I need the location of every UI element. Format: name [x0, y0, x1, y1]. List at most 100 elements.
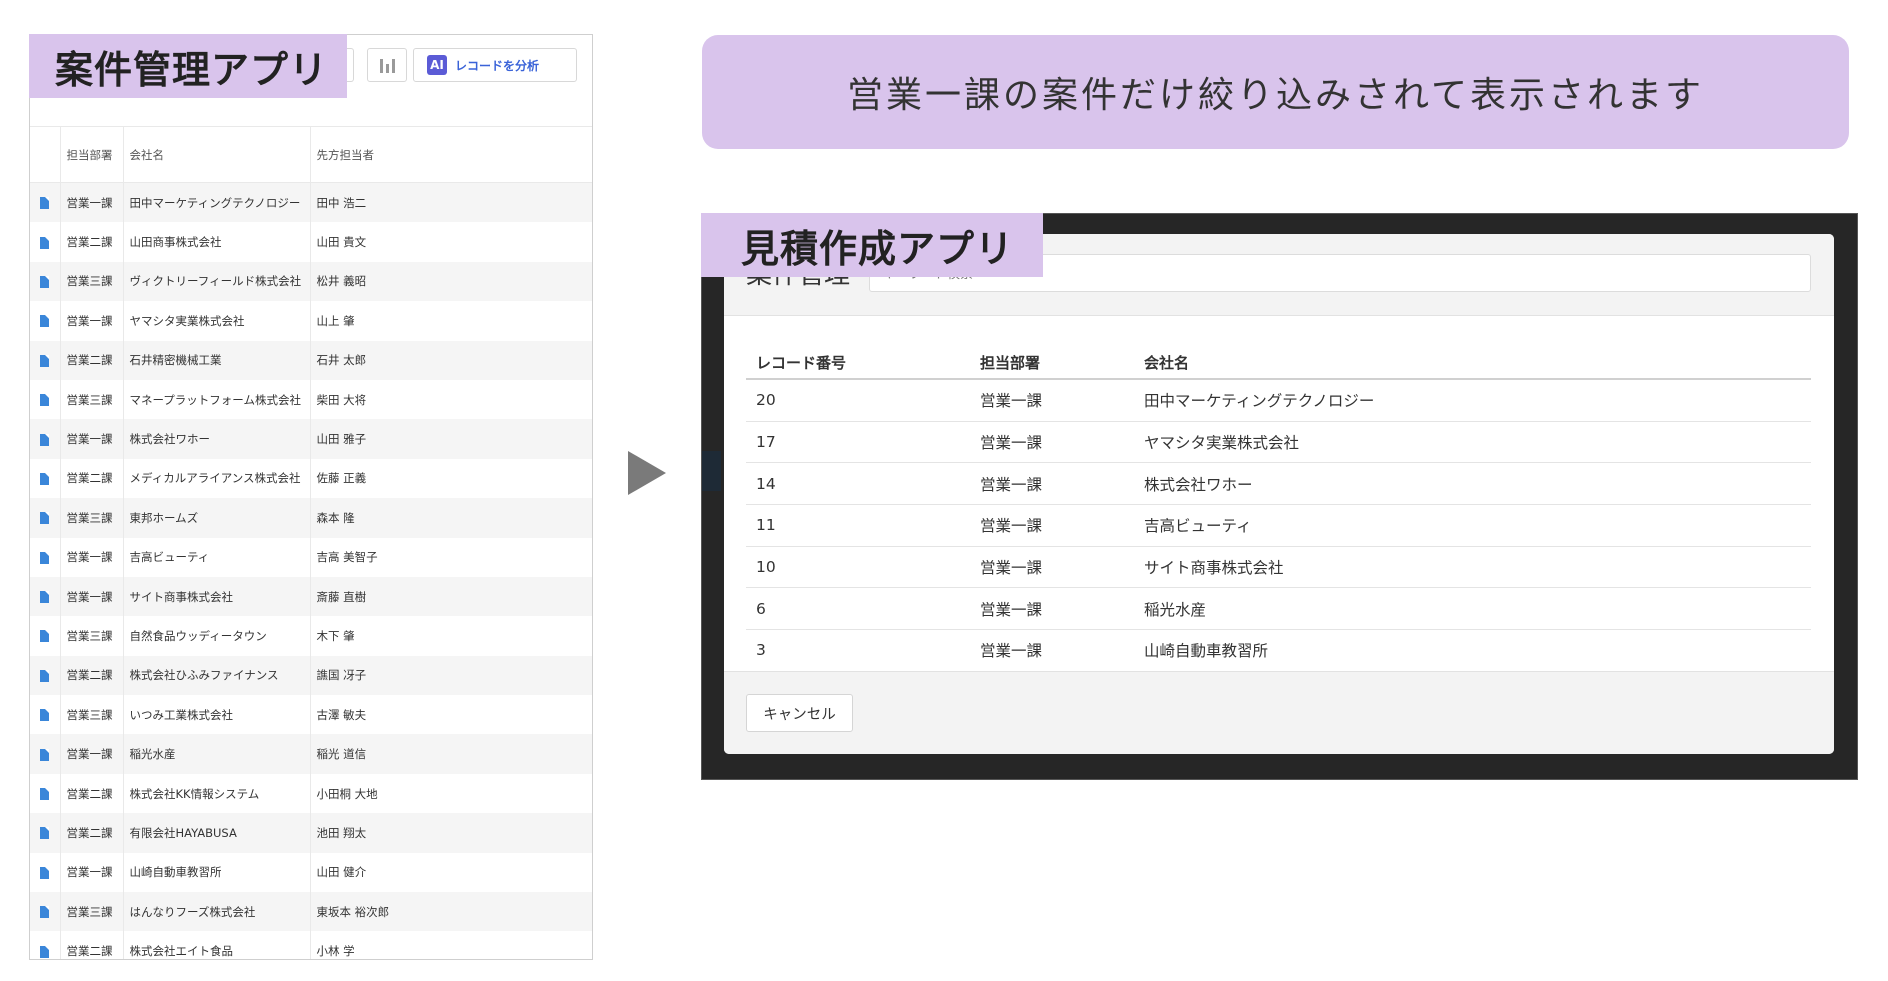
row-icon-cell[interactable] [30, 182, 61, 223]
document-icon[interactable] [40, 512, 50, 525]
cell-contact: 斎藤 直樹 [310, 576, 592, 617]
cell-company: 株式会社KK情報システム [123, 773, 311, 814]
table-row[interactable]: 営業三課 自然食品ウッディータウン 木下 肇 [30, 616, 592, 656]
document-icon[interactable] [40, 315, 50, 328]
row-icon-cell[interactable] [30, 695, 61, 735]
document-icon[interactable] [40, 866, 50, 879]
cell-company: 株式会社ワホー [123, 419, 311, 459]
row-icon-cell[interactable] [30, 222, 61, 262]
cell-contact: 柴田 大将 [310, 379, 592, 420]
cell-department: 営業一課 [60, 301, 124, 341]
document-icon[interactable] [40, 709, 50, 722]
document-icon[interactable] [40, 945, 50, 958]
row-icon-cell[interactable] [30, 458, 61, 499]
document-icon[interactable] [40, 197, 50, 210]
table-row[interactable]: 営業一課 吉高ビューティ 吉高 美智子 [30, 537, 592, 577]
table-row[interactable]: 営業三課 ヴィクトリーフィールド株式会社 松井 義昭 [30, 261, 592, 302]
lookup-result-table: レコード番号 担当部署 会社名 20 営業一課 田中マーケティングテクノロジー 17 営… [746, 339, 1811, 671]
cell-department: 営業一課 [970, 379, 1134, 422]
row-icon-cell[interactable] [30, 734, 61, 774]
row-icon-cell[interactable] [30, 537, 61, 577]
document-icon[interactable] [40, 591, 50, 604]
row-icon-cell[interactable] [30, 852, 61, 893]
table-row[interactable]: 営業二課 株式会社ひふみファイナンス 譙国 冴子 [30, 655, 592, 696]
cell-department: 営業二課 [60, 458, 124, 499]
document-icon[interactable] [40, 788, 50, 801]
table-row[interactable]: 営業二課 メディカルアライアンス株式会社 佐藤 正義 [30, 458, 592, 499]
cell-department: 営業一課 [970, 546, 1134, 589]
cell-company: 吉高ビューティ [123, 537, 311, 577]
column-header-contact[interactable]: 先方担当者 [310, 126, 592, 183]
cell-contact: 稲光 道信 [310, 734, 592, 774]
table-row[interactable]: 営業二課 有限会社HAYABUSA 池田 翔太 [30, 813, 592, 853]
cell-company: 山崎自動車教習所 [1144, 642, 1269, 661]
cell-company: いつみ工業株式会社 [123, 695, 311, 735]
row-icon-cell[interactable] [30, 379, 61, 420]
table-row[interactable]: 14 営業一課 株式会社ワホー [746, 462, 1811, 506]
document-icon[interactable] [40, 827, 50, 840]
table-row[interactable]: 営業一課 株式会社ワホー 山田 雅子 [30, 419, 592, 459]
cell-record-number: 3 [756, 641, 766, 660]
table-row[interactable]: 営業三課 東邦ホームズ 森本 隆 [30, 498, 592, 538]
cancel-button[interactable]: キャンセル [746, 694, 853, 732]
document-icon[interactable] [40, 394, 50, 407]
column-header-department[interactable]: 担当部署 [60, 126, 124, 183]
table-row[interactable]: 6 営業一課 稲光水産 [746, 587, 1811, 631]
table-row[interactable]: 営業三課 はんなりフーズ株式会社 東坂本 裕次郎 [30, 892, 592, 932]
row-icon-cell[interactable] [30, 931, 61, 959]
column-header-record-number[interactable]: レコード番号 [746, 339, 970, 380]
row-icon-cell[interactable] [30, 301, 61, 341]
document-icon[interactable] [40, 433, 50, 446]
row-icon-cell[interactable] [30, 419, 61, 459]
document-icon[interactable] [40, 630, 50, 643]
document-icon[interactable] [40, 906, 50, 919]
column-header-company[interactable]: 会社名 [1134, 339, 1811, 380]
document-icon[interactable] [40, 551, 50, 564]
row-icon-cell[interactable] [30, 576, 61, 617]
cell-department: 営業三課 [60, 616, 124, 656]
table-row[interactable]: 営業二課 株式会社エイト食品 小林 学 [30, 931, 592, 959]
row-icon-cell[interactable] [30, 616, 61, 656]
left-app-panel: AI レコードを分析 担当部署 会社名 先方担当者 営業一課 田中マーケティングテ… [29, 34, 593, 960]
cell-department: 営業二課 [60, 222, 124, 262]
table-row[interactable]: 11 営業一課 吉高ビューティ [746, 504, 1811, 547]
document-icon[interactable] [40, 236, 50, 249]
left-app-label: 案件管理アプリ [29, 34, 347, 98]
table-row[interactable]: 20 営業一課 田中マーケティングテクノロジー [746, 379, 1811, 422]
row-icon-cell[interactable] [30, 261, 61, 302]
table-row[interactable]: 営業一課 サイト商事株式会社 斎藤 直樹 [30, 576, 592, 617]
document-icon[interactable] [40, 472, 50, 485]
cell-company: メディカルアライアンス株式会社 [123, 458, 311, 499]
document-icon[interactable] [40, 748, 50, 761]
table-row[interactable]: 営業一課 稲光水産 稲光 道信 [30, 734, 592, 774]
table-row[interactable]: 営業二課 山田商事株式会社 山田 貴文 [30, 222, 592, 262]
graph-button[interactable] [367, 48, 407, 82]
table-row[interactable]: 営業三課 マネープラットフォーム株式会社 柴田 大将 [30, 379, 592, 420]
cell-company: 株式会社ワホー [1134, 462, 1811, 506]
document-icon[interactable] [40, 275, 50, 288]
row-icon-cell[interactable] [30, 813, 61, 853]
table-row[interactable]: 営業一課 ヤマシタ実業株式会社 山上 肇 [30, 301, 592, 341]
column-header-department[interactable]: 担当部署 [970, 339, 1134, 380]
analyze-records-button[interactable]: AI レコードを分析 [413, 48, 577, 82]
table-row[interactable]: 営業二課 石井精密機械工業 石井 太郎 [30, 340, 592, 380]
document-icon[interactable] [40, 669, 50, 682]
row-icon-cell[interactable] [30, 655, 61, 696]
cell-department: 営業一課 [60, 734, 124, 774]
row-icon-cell[interactable] [30, 340, 61, 380]
row-icon-cell[interactable] [30, 773, 61, 814]
row-icon-cell[interactable] [30, 498, 61, 538]
table-row[interactable]: 10 営業一課 サイト商事株式会社 [746, 546, 1811, 589]
row-icon-cell[interactable] [30, 892, 61, 932]
table-row[interactable]: 営業二課 株式会社KK情報システム 小田桐 大地 [30, 773, 592, 814]
cell-company: 自然食品ウッディータウン [123, 616, 311, 656]
table-row[interactable]: 営業一課 田中マーケティングテクノロジー 田中 浩二 [30, 182, 592, 223]
table-row[interactable]: 営業三課 いつみ工業株式会社 古澤 敏夫 [30, 695, 592, 735]
document-icon[interactable] [40, 354, 50, 367]
column-header-company[interactable]: 会社名 [123, 126, 311, 183]
cell-contact: 古澤 敏夫 [310, 695, 592, 735]
table-row[interactable]: 17 営業一課 ヤマシタ実業株式会社 [746, 421, 1811, 464]
table-row[interactable]: 3 営業一課 山崎自動車教習所 [746, 630, 1811, 671]
table-row[interactable]: 営業一課 山崎自動車教習所 山田 健介 [30, 852, 592, 893]
cell-department: 営業一課 [970, 421, 1134, 464]
